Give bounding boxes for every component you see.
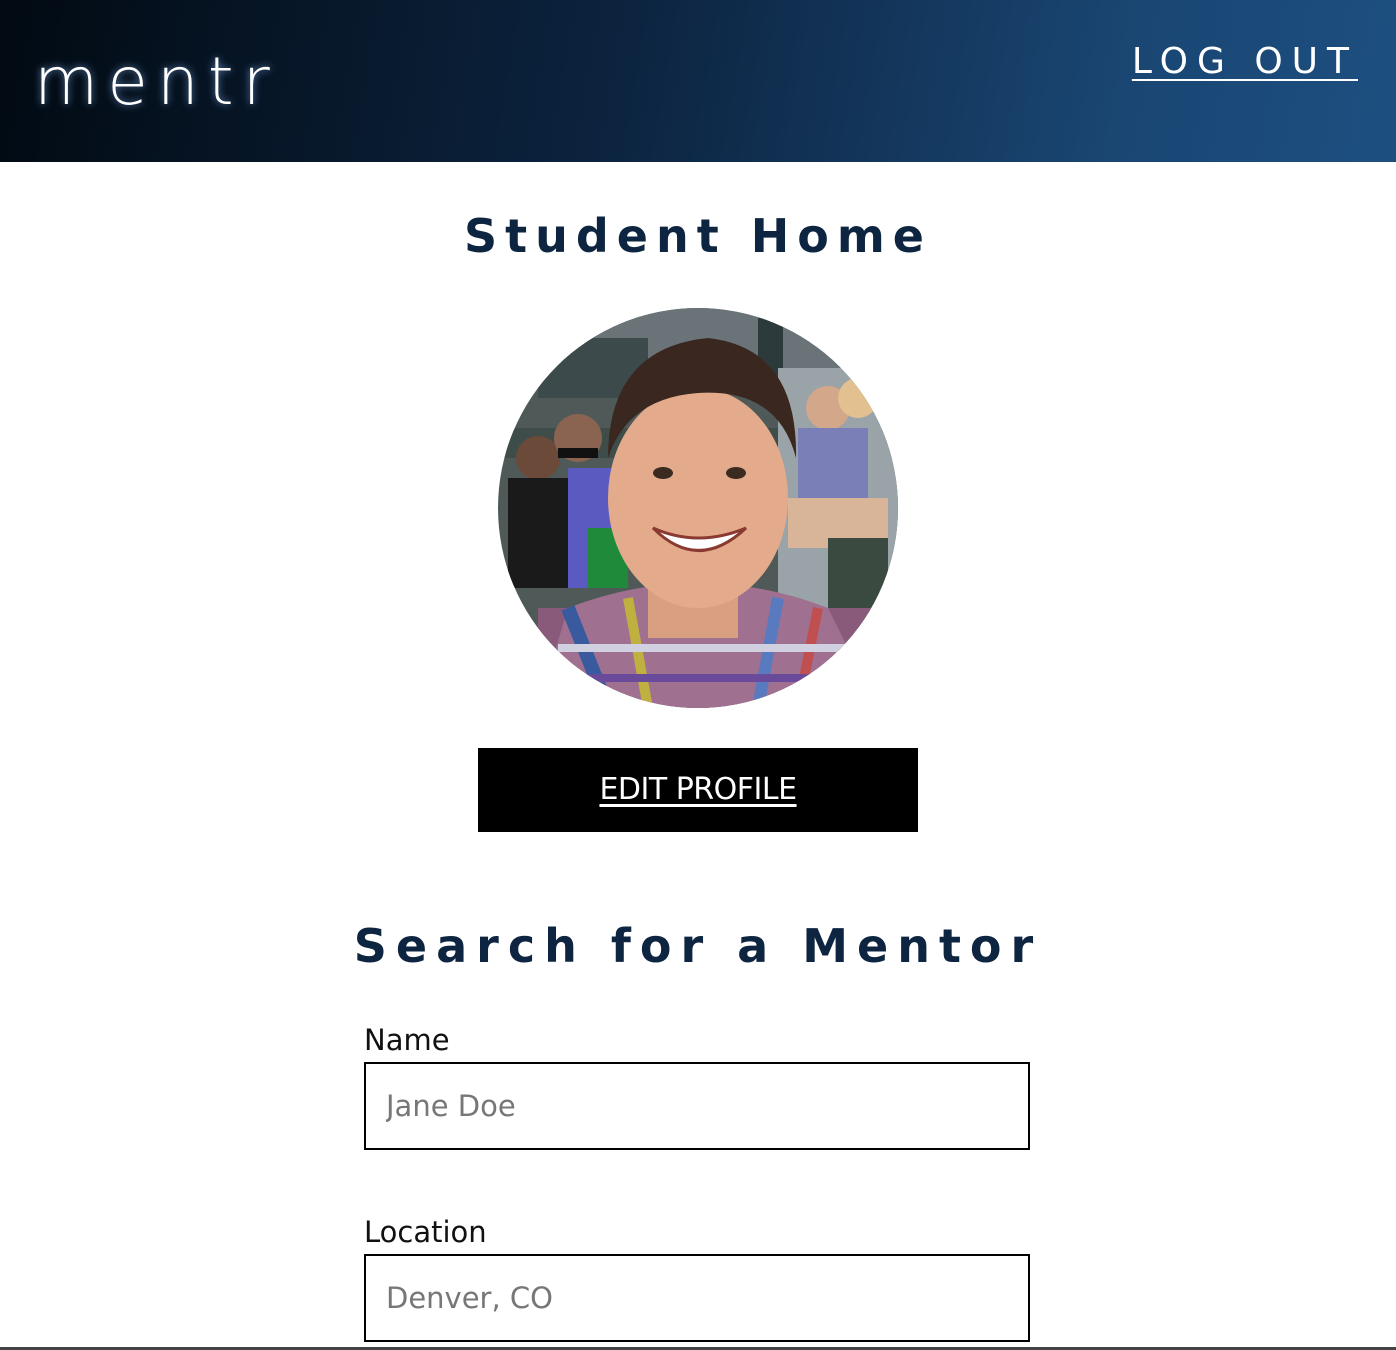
top-nav-bar: mentr LOG OUT [0, 0, 1396, 162]
name-search-input[interactable] [364, 1062, 1030, 1150]
search-section-title: Search for a Mentor [353, 919, 1043, 973]
logout-link[interactable]: LOG OUT [1132, 40, 1358, 84]
profile-photo [498, 308, 898, 708]
edit-profile-button[interactable]: EDIT PROFILE [478, 748, 918, 832]
name-field-label: Name [364, 1023, 450, 1057]
location-field-label: Location [364, 1215, 487, 1249]
location-search-input[interactable] [364, 1254, 1030, 1342]
page-title: Student Home [464, 209, 932, 263]
brand-logo[interactable]: mentr [34, 42, 279, 122]
